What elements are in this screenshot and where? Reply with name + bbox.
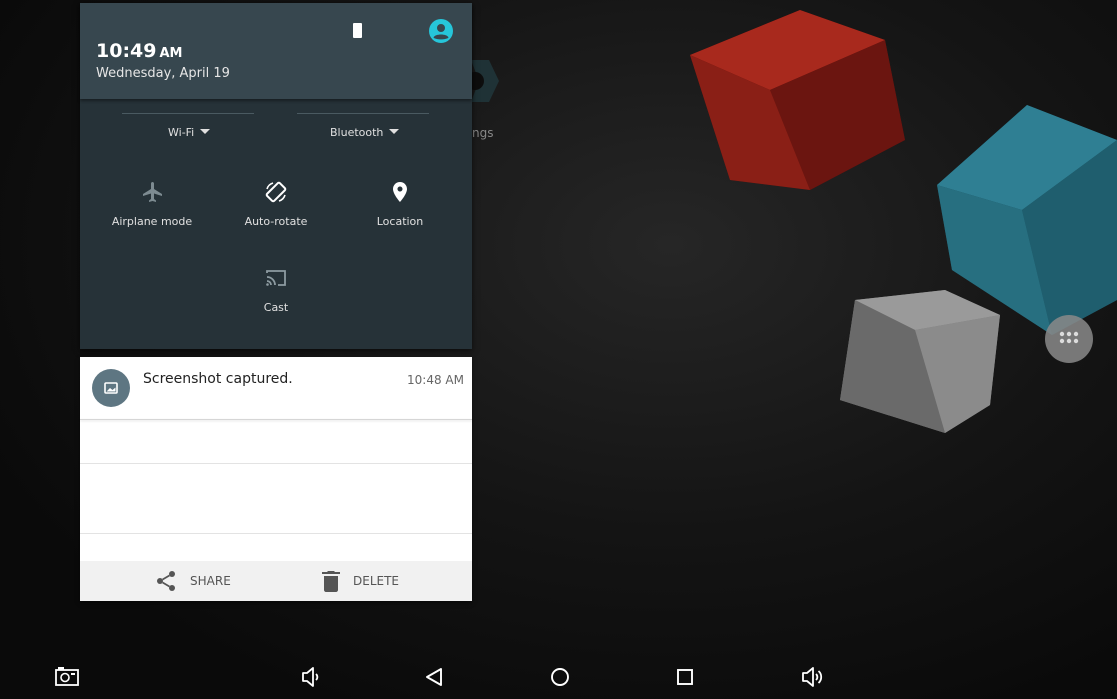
wifi-dropdown[interactable]: Wi-Fi <box>168 126 211 139</box>
clock-time: 10:49 <box>96 40 157 62</box>
share-label: SHARE <box>190 574 231 588</box>
auto-rotate-icon <box>265 181 287 203</box>
recents-icon[interactable] <box>672 664 698 690</box>
wifi-label: Wi-Fi <box>168 126 195 139</box>
bluetooth-divider <box>297 113 429 114</box>
chevron-down-icon <box>200 129 211 134</box>
user-avatar-icon[interactable] <box>429 19 453 43</box>
home-icon[interactable] <box>547 664 573 690</box>
tile-label: Airplane mode <box>111 215 193 228</box>
tile-airplane-mode[interactable]: Airplane mode <box>92 180 212 228</box>
tile-location[interactable]: Location <box>340 180 460 228</box>
clock-ampm: AM <box>159 46 183 61</box>
divider <box>80 463 472 464</box>
divider <box>80 419 472 420</box>
settings-app-label: ngs <box>472 126 494 140</box>
volume-up-icon[interactable] <box>799 664 825 690</box>
location-icon <box>393 182 407 202</box>
screenshot-icon[interactable] <box>54 664 80 690</box>
quick-settings-panel: 10:49 AM Wednesday, April 19 Wi-Fi Blueto… <box>80 3 472 349</box>
red-cube-wallpaper-art <box>690 10 905 190</box>
tile-label: Location <box>376 215 424 228</box>
notification-time: 10:48 AM <box>407 373 464 387</box>
wifi-divider <box>122 113 254 114</box>
chevron-down-icon <box>389 129 400 134</box>
tile-label: Cast <box>263 301 289 314</box>
share-button[interactable]: SHARE <box>154 561 231 601</box>
cast-icon <box>266 270 286 286</box>
notification-actions: SHARE DELETE <box>80 561 472 601</box>
quick-settings-header: 10:49 AM Wednesday, April 19 <box>80 3 472 99</box>
divider <box>80 533 472 534</box>
volume-down-icon[interactable] <box>298 664 324 690</box>
bluetooth-label: Bluetooth <box>330 126 384 139</box>
share-icon <box>157 571 175 591</box>
tile-label: Auto-rotate <box>244 215 308 228</box>
image-icon <box>92 369 130 407</box>
trash-icon <box>322 571 340 592</box>
tile-auto-rotate[interactable]: Auto-rotate <box>216 180 336 228</box>
delete-label: DELETE <box>353 574 400 588</box>
apps-grid-icon <box>1059 331 1079 344</box>
back-icon[interactable] <box>421 664 447 690</box>
app-drawer-button[interactable] <box>1045 315 1093 363</box>
clock[interactable]: 10:49 AM <box>96 40 182 62</box>
navigation-bar <box>0 652 1117 699</box>
airplane-icon <box>143 182 162 202</box>
delete-button[interactable]: DELETE <box>321 561 399 601</box>
tile-cast[interactable]: Cast <box>216 266 336 314</box>
date-label[interactable]: Wednesday, April 19 <box>96 66 230 81</box>
white-cube-wallpaper-art <box>840 290 1000 433</box>
screenshot-notification[interactable]: Screenshot captured. 10:48 AM SHARE DELE… <box>80 357 472 601</box>
notification-title: Screenshot captured. <box>143 371 293 387</box>
battery-icon[interactable] <box>353 23 362 38</box>
bluetooth-dropdown[interactable]: Bluetooth <box>330 126 400 139</box>
